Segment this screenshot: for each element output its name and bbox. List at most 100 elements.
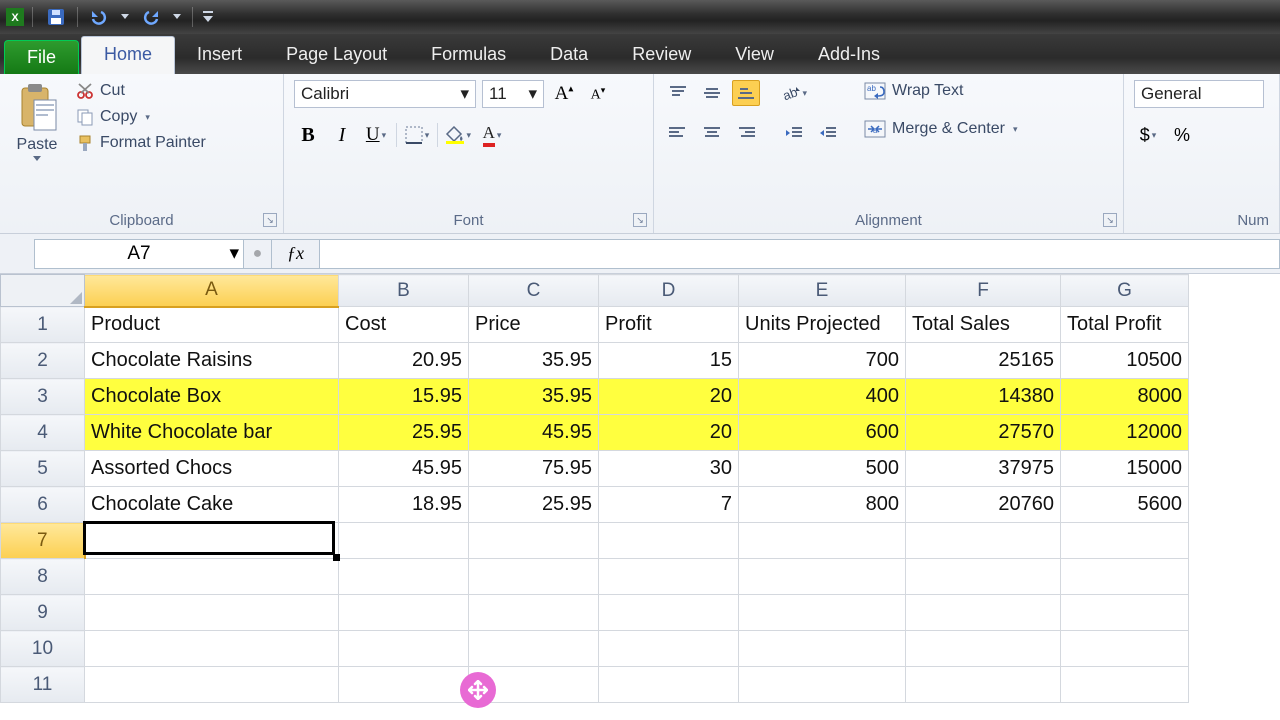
- cell[interactable]: 700: [739, 343, 906, 379]
- row-header-8[interactable]: 8: [1, 559, 85, 595]
- cell[interactable]: [906, 667, 1061, 703]
- cell[interactable]: 800: [739, 487, 906, 523]
- cell[interactable]: 25.95: [469, 487, 599, 523]
- column-header-E[interactable]: E: [739, 275, 906, 307]
- cell[interactable]: [339, 595, 469, 631]
- formula-bar[interactable]: [320, 239, 1280, 269]
- column-header-B[interactable]: B: [339, 275, 469, 307]
- font-color-button[interactable]: A▾: [478, 122, 506, 148]
- cell[interactable]: 12000: [1061, 415, 1189, 451]
- cell[interactable]: 35.95: [469, 343, 599, 379]
- cell[interactable]: [85, 523, 339, 559]
- borders-button[interactable]: ▾: [403, 122, 431, 148]
- undo-dropdown[interactable]: [120, 6, 130, 28]
- cell[interactable]: 20760: [906, 487, 1061, 523]
- align-center-button[interactable]: [698, 120, 726, 146]
- align-bottom-button[interactable]: [732, 80, 760, 106]
- align-top-button[interactable]: [664, 80, 692, 106]
- name-box[interactable]: A7 ▾: [34, 239, 244, 269]
- cell[interactable]: 75.95: [469, 451, 599, 487]
- cell[interactable]: Chocolate Box: [85, 379, 339, 415]
- cell[interactable]: [339, 523, 469, 559]
- row-header-2[interactable]: 2: [1, 343, 85, 379]
- cell[interactable]: 30: [599, 451, 739, 487]
- merge-center-button[interactable]: a Merge & Center ▾: [860, 118, 1021, 140]
- increase-indent-button[interactable]: [814, 120, 842, 146]
- tab-add-ins[interactable]: Add-Ins: [796, 37, 902, 74]
- align-right-button[interactable]: [732, 120, 760, 146]
- select-all-corner[interactable]: [1, 275, 85, 307]
- shrink-font-button[interactable]: A▾: [584, 81, 612, 107]
- cell[interactable]: Total Profit: [1061, 307, 1189, 343]
- fill-handle[interactable]: [333, 554, 340, 561]
- cell[interactable]: [599, 523, 739, 559]
- cell[interactable]: [599, 667, 739, 703]
- cell[interactable]: 20.95: [339, 343, 469, 379]
- cell[interactable]: 15: [599, 343, 739, 379]
- cell[interactable]: 27570: [906, 415, 1061, 451]
- spreadsheet-grid[interactable]: ABCDEFG1ProductCostPriceProfitUnits Proj…: [0, 274, 1280, 703]
- cell[interactable]: [469, 595, 599, 631]
- column-header-A[interactable]: A: [85, 275, 339, 307]
- chevron-down-icon[interactable]: ▾: [229, 242, 239, 265]
- cell[interactable]: Chocolate Raisins: [85, 343, 339, 379]
- font-size-combo[interactable]: 11 ▾: [482, 80, 544, 108]
- number-format-combo[interactable]: General: [1134, 80, 1264, 108]
- cell[interactable]: Assorted Chocs: [85, 451, 339, 487]
- cell[interactable]: 10500: [1061, 343, 1189, 379]
- italic-button[interactable]: I: [328, 122, 356, 148]
- cell[interactable]: 45.95: [469, 415, 599, 451]
- cell[interactable]: [1061, 595, 1189, 631]
- font-name-combo[interactable]: Calibri ▾: [294, 80, 476, 108]
- align-middle-button[interactable]: [698, 80, 726, 106]
- copy-button[interactable]: Copy ▾: [72, 106, 210, 128]
- cell[interactable]: [906, 523, 1061, 559]
- cell[interactable]: [1061, 667, 1189, 703]
- cell[interactable]: [739, 667, 906, 703]
- tab-insert[interactable]: Insert: [175, 37, 264, 74]
- cell[interactable]: [469, 559, 599, 595]
- font-launcher[interactable]: ↘: [633, 213, 647, 227]
- tab-data[interactable]: Data: [528, 37, 610, 74]
- cell[interactable]: [739, 559, 906, 595]
- cell[interactable]: White Chocolate bar: [85, 415, 339, 451]
- row-header-1[interactable]: 1: [1, 307, 85, 343]
- format-painter-button[interactable]: Format Painter: [72, 132, 210, 154]
- decrease-indent-button[interactable]: [780, 120, 808, 146]
- cell[interactable]: 37975: [906, 451, 1061, 487]
- insert-function-button[interactable]: ƒx: [272, 239, 320, 269]
- alignment-launcher[interactable]: ↘: [1103, 213, 1117, 227]
- row-header-9[interactable]: 9: [1, 595, 85, 631]
- cell[interactable]: [85, 631, 339, 667]
- cell[interactable]: Profit: [599, 307, 739, 343]
- wrap-text-button[interactable]: ab Wrap Text: [860, 80, 1021, 102]
- cell[interactable]: [1061, 523, 1189, 559]
- redo-button[interactable]: [140, 6, 162, 28]
- tab-formulas[interactable]: Formulas: [409, 37, 528, 74]
- bold-button[interactable]: B: [294, 122, 322, 148]
- cell[interactable]: Price: [469, 307, 599, 343]
- column-header-G[interactable]: G: [1061, 275, 1189, 307]
- tab-review[interactable]: Review: [610, 37, 713, 74]
- cell[interactable]: [339, 667, 469, 703]
- cell[interactable]: 7: [599, 487, 739, 523]
- cell[interactable]: 35.95: [469, 379, 599, 415]
- grow-font-button[interactable]: A▴: [550, 81, 578, 107]
- row-header-11[interactable]: 11: [1, 667, 85, 703]
- cell[interactable]: 20: [599, 379, 739, 415]
- row-header-5[interactable]: 5: [1, 451, 85, 487]
- cell[interactable]: [599, 595, 739, 631]
- cell[interactable]: [906, 559, 1061, 595]
- clipboard-launcher[interactable]: ↘: [263, 213, 277, 227]
- column-header-D[interactable]: D: [599, 275, 739, 307]
- cell[interactable]: [739, 523, 906, 559]
- cell[interactable]: 18.95: [339, 487, 469, 523]
- redo-dropdown[interactable]: [172, 6, 182, 28]
- cell[interactable]: 15.95: [339, 379, 469, 415]
- row-header-10[interactable]: 10: [1, 631, 85, 667]
- tab-file[interactable]: File: [4, 40, 79, 74]
- cell[interactable]: [469, 631, 599, 667]
- cell[interactable]: 25165: [906, 343, 1061, 379]
- cell[interactable]: 600: [739, 415, 906, 451]
- cell[interactable]: [599, 631, 739, 667]
